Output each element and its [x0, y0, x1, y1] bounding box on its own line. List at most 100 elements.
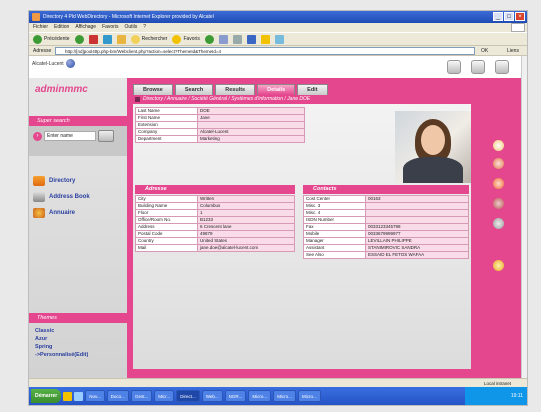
menu-file[interactable]: Fichier	[33, 23, 48, 32]
menu-bar: Fichier Edition Affichage Favoris Outils…	[29, 23, 527, 32]
enter-name-input[interactable]: Enter name	[44, 131, 96, 141]
minimize-button[interactable]: _	[493, 12, 503, 21]
search-go-button[interactable]	[98, 130, 114, 142]
favorites-label: Favoris	[183, 36, 200, 42]
taskbar-item[interactable]: Web...	[201, 390, 223, 402]
print-button[interactable]	[232, 34, 242, 44]
menu-help[interactable]: ?	[143, 23, 146, 32]
go-button[interactable]: OK	[481, 46, 488, 56]
url-field[interactable]: http://[nd]pool4ttp.php-bm/Webclient.php…	[55, 47, 475, 55]
contact-field-key: Mobile	[303, 230, 366, 238]
breadcrumb-bullet-icon	[135, 97, 140, 102]
contact-field-row: Fax 0033123345798	[303, 223, 469, 231]
contacts-table: Cost Center 00163 Misc. 3 Misc. 4 ISDN Numbe…	[303, 195, 469, 259]
tab-edit[interactable]: Edit	[297, 84, 328, 95]
folder-button[interactable]	[260, 34, 270, 44]
theme-azur[interactable]: Azur	[35, 335, 88, 343]
mail-button[interactable]	[218, 34, 228, 44]
quicklaunch-ie-icon[interactable]	[74, 391, 84, 401]
address-field-key: Office/Room No.	[135, 216, 198, 224]
tab-browse[interactable]: Browse	[133, 84, 173, 95]
person-field-row: Last Name DOE	[135, 107, 305, 115]
address-bar: Adresse http://[nd]pool4ttp.php-bm/Webcl…	[29, 46, 527, 56]
globe-logo-icon	[65, 59, 75, 68]
messenger-button[interactable]	[274, 34, 284, 44]
photo-body	[403, 157, 463, 183]
links-button[interactable]: Liens	[507, 46, 519, 56]
theme-list: Classic Azur Spring ->Personnalisé(Edit)	[35, 327, 88, 359]
group-icon[interactable]	[493, 178, 504, 189]
breadcrumb-text: Directory / Annuaire / Société Général /…	[143, 96, 311, 102]
menu-favorites[interactable]: Favoris	[102, 23, 118, 32]
taskbar-item[interactable]: NGR...	[224, 390, 247, 402]
address-field-key: Address	[135, 223, 198, 231]
menu-edit[interactable]: Edition	[54, 23, 69, 32]
contact-field-row: Misc. 3	[303, 202, 469, 210]
arrow-right-icon: ›	[33, 132, 42, 141]
tab-details[interactable]: Details	[257, 84, 296, 95]
history-button[interactable]	[204, 34, 214, 44]
vcard-icon[interactable]	[493, 218, 504, 229]
taskbar-item[interactable]: Micro...	[248, 390, 272, 402]
user-icon[interactable]	[493, 158, 504, 169]
contact-field-row: ISDN Number	[303, 216, 469, 224]
browser-window: Directory 4 Pld WebDirectory - Microsoft…	[28, 10, 528, 406]
theme-classic[interactable]: Classic	[35, 327, 88, 335]
contact-field-key: Misc. 3	[303, 202, 366, 210]
nav-annuaire[interactable]: Annuaire	[33, 208, 75, 218]
settings-icon[interactable]	[447, 60, 461, 74]
taskbar-item[interactable]: Doco...	[106, 390, 129, 402]
window-title: Directory 4 Pld WebDirectory - Microsoft…	[43, 14, 214, 20]
taskbar-item[interactable]: Gest...	[130, 390, 153, 402]
maximize-button[interactable]: □	[504, 12, 514, 21]
nav-address-book-label: Address Book	[49, 194, 90, 200]
contact-field-value: ESSAID EL FETOS WAFAA	[365, 251, 469, 259]
search-icon	[130, 34, 140, 44]
taskbar-item[interactable]: Micro...	[297, 390, 321, 402]
person-field-row: Department Marketing	[135, 135, 305, 143]
back-button[interactable]: Précédente	[33, 34, 70, 44]
address-header: Adresse	[135, 185, 295, 194]
phone-icon[interactable]	[493, 260, 504, 271]
edit-button[interactable]	[246, 34, 256, 44]
address-field-row: Country United States	[135, 237, 295, 245]
taskbar-item[interactable]: Micro...	[273, 390, 296, 402]
theme-spring[interactable]: Spring	[35, 343, 88, 351]
help-icon[interactable]	[495, 60, 509, 74]
contact-field-value	[365, 209, 469, 217]
details-panel: Directory / Annuaire / Société Général /…	[133, 95, 471, 369]
nav-address-book[interactable]: Address Book	[33, 192, 90, 202]
contact-field-value: 00163	[365, 195, 469, 203]
menu-tools[interactable]: Outils	[124, 23, 137, 32]
quicklaunch-icon[interactable]	[63, 391, 73, 401]
tools-icon[interactable]	[471, 60, 485, 74]
windows-flag-icon	[511, 23, 525, 32]
person-field-key: First Name	[135, 114, 198, 122]
contact-field-row: Assistant STANIMIROVIC SANDRA	[303, 244, 469, 252]
favorites-button[interactable]: Favoris	[172, 34, 200, 44]
taskbar-item[interactable]: Nov...	[85, 390, 105, 402]
vertical-scrollbar[interactable]	[521, 56, 527, 378]
bulb-icon[interactable]	[493, 140, 504, 151]
contacts-header: Contacts	[303, 185, 469, 194]
taskbar-item[interactable]: Direct...	[176, 390, 200, 402]
start-button[interactable]: Démarrer	[31, 389, 62, 403]
person-field-row: Company Alcatel-Lucent	[135, 128, 305, 136]
tab-search[interactable]: Search	[174, 84, 214, 95]
close-button[interactable]: ×	[515, 12, 525, 21]
theme-personalized[interactable]: ->Personnalisé(Edit)	[35, 351, 88, 359]
stop-button[interactable]	[88, 34, 98, 44]
person-table: Last Name DOE First Name Jane Extension Compa…	[135, 107, 305, 143]
taskbar-item[interactable]: Micr...	[154, 390, 175, 402]
address-field-value: B1233	[197, 216, 295, 224]
menu-view[interactable]: Affichage	[75, 23, 96, 32]
contact-icon[interactable]	[493, 198, 504, 209]
search-button[interactable]: Rechercher	[130, 34, 167, 44]
nav-directory[interactable]: Directory	[33, 176, 75, 186]
contact-field-value: STANIMIROVIC SANDRA	[365, 244, 469, 252]
tab-results[interactable]: Results	[215, 84, 256, 95]
address-field-row: Floor 1	[135, 209, 295, 217]
refresh-button[interactable]	[102, 34, 112, 44]
forward-button[interactable]	[74, 34, 84, 44]
home-button[interactable]	[116, 34, 126, 44]
